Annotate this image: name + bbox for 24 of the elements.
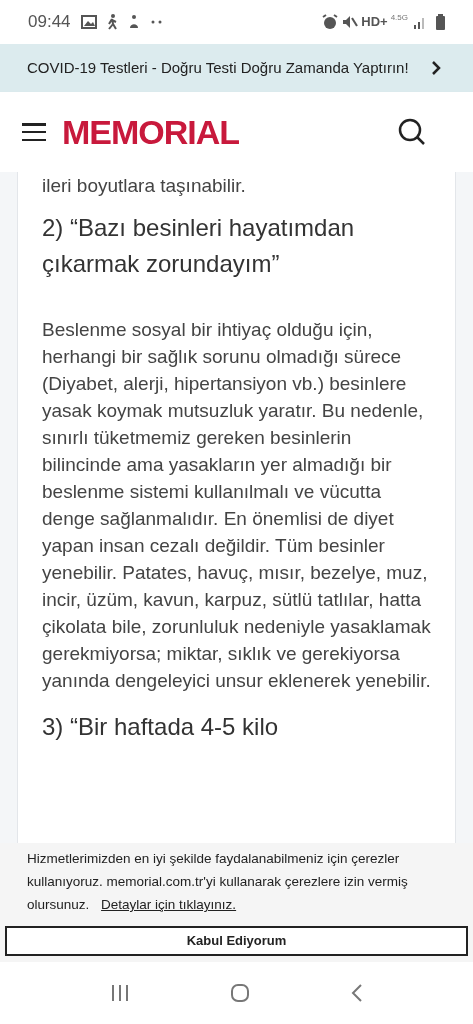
details-link[interactable]: Detaylar için tıklayınız.: [101, 897, 237, 912]
article-text-line: ileri boyutlara taşınabilir.: [42, 174, 247, 198]
search-button[interactable]: [397, 117, 427, 147]
mute-icon: [342, 14, 359, 30]
accept-button[interactable]: Kabul Ediyorum: [5, 926, 468, 956]
memorial-logo[interactable]: MEMORIAL: [62, 106, 240, 158]
menu-button[interactable]: [22, 123, 46, 141]
network-label: HD+: [361, 13, 388, 32]
chevron-right-icon: [431, 60, 441, 76]
status-time: 09:44: [28, 11, 71, 34]
promo-banner-link[interactable]: COVID-19 Testleri - Doğru Testi Doğru Zamanda Yaptırın!: [0, 44, 473, 92]
recent-apps-icon[interactable]: [110, 984, 129, 1002]
more-dots-icon: [150, 20, 163, 24]
search-icon: [397, 117, 427, 147]
battery-icon: [436, 14, 445, 30]
network-type-label: 4.5G: [390, 12, 408, 24]
article-heading: 3) “Bir haftada 4-5 kilo: [42, 712, 280, 742]
article-heading: 2) “Bazı besinleri hayatımdan çıkarmak zorundayım”: [42, 213, 356, 279]
back-icon[interactable]: [350, 984, 363, 1002]
home-icon[interactable]: [229, 983, 250, 1003]
cookie-notice-text: Hizmetlerimizden en iyi şekilde faydalanabilmeniz için çerezler kullanıyoruz. memorial.com.tr'yi kullanarak çerezlere izin vermiş olursunuz. Detaylar için tıklayınız.: [26, 850, 409, 914]
article-paragraph: Beslenme sosyal bir ihtiyaç olduğu için, herhangi bir sağlık sorunu olmadığı sürece (Diyabet, alerji, hipertansiyon vb.) besinlere yasak koymak mutsuzluk yaratır. Bu nedenle, sınırlı tüketmemiz gereken besinlerin bilincinde ama yasakların yer almadığı bir beslenme sistemi kullanılmalı ve vücutta denge sağlanmalıdır. En önemlisi de diyet yapan insan cezalı değildir. Tüm besinler yenebilir. Patates, havuç, mısır, bezelye, muz, incir, üzüm, kavun, karpuz, sütlü tatlılar, hatta çikolata bile, zorunluluk nedeniyle yasaklamak gerekmiyorsa; miktar, sıklık ve gerekiyorsa yanında dengeleyici unsur eklenerek yenebilir.: [42, 318, 431, 693]
image-icon: [80, 15, 97, 29]
alarm-icon: [322, 14, 339, 30]
